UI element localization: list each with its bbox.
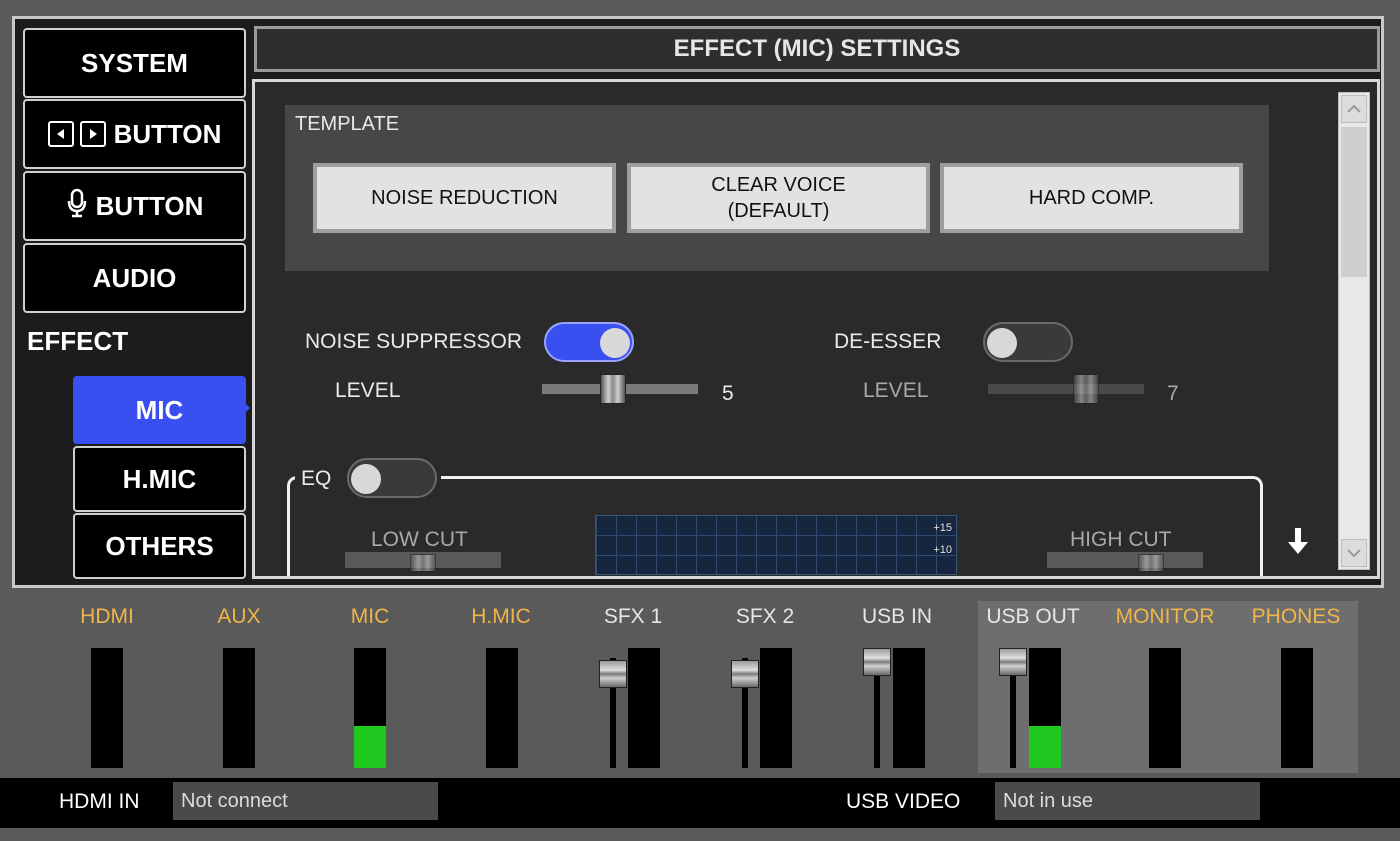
sidebar-item-label: MIC [135, 394, 184, 425]
scroll-down-arrow-icon[interactable] [1286, 526, 1310, 561]
mixer-channel-label: HDMI [80, 605, 134, 628]
mixer-channel-label: USB IN [861, 605, 932, 628]
hdmi-in-status: Not connect [173, 782, 438, 820]
toggle-knob [600, 328, 630, 358]
level-meter [1029, 648, 1061, 768]
noise-suppressor-level-value: 5 [722, 382, 734, 405]
sidebar-item-label: AUDIO [92, 262, 177, 293]
level-meter [1281, 648, 1313, 768]
level-meter [354, 648, 386, 768]
chevron-up-icon [1347, 104, 1361, 113]
level-meter-fill [1029, 726, 1061, 768]
mixer-channel-label: SFX 2 [735, 605, 795, 628]
de-esser-level-value: 7 [1167, 382, 1179, 405]
noise-suppressor-level-slider[interactable] [600, 374, 626, 404]
sidebar-subitem-others[interactable]: OTHERS [73, 513, 246, 579]
active-indicator-arrow [241, 399, 250, 417]
noise-suppressor-label: NOISE SUPPRESSOR [305, 330, 523, 353]
sidebar-subitem-mic[interactable]: MIC [73, 376, 246, 444]
right-arrow-icon [79, 121, 106, 147]
volume-fader[interactable] [863, 648, 891, 676]
de-esser-level-track[interactable] [988, 384, 1144, 394]
high-cut-thumb[interactable] [1138, 554, 1164, 572]
eq-toggle[interactable] [347, 458, 437, 498]
hdmi-in-label: HDMI IN [59, 790, 140, 813]
noise-suppressor-level-label: LEVEL [335, 379, 401, 402]
mixer-channel-label: USB OUT [986, 605, 1080, 628]
level-meter [486, 648, 518, 768]
template-clear-voice-button[interactable]: CLEAR VOICE (DEFAULT) [627, 163, 930, 233]
sidebar-item-label: BUTTON [95, 190, 204, 221]
sidebar-item-label: SYSTEM [81, 47, 188, 78]
de-esser-level-slider[interactable] [1073, 374, 1099, 404]
scrollbar[interactable] [1338, 92, 1370, 570]
level-meter [893, 648, 925, 768]
volume-fader[interactable] [999, 648, 1027, 676]
de-esser-label: DE-ESSER [834, 330, 942, 353]
de-esser-level-label: LEVEL [863, 379, 929, 402]
template-label: TEMPLATE [295, 113, 400, 135]
mixer-channel-label: AUX [217, 605, 261, 628]
eq-label: EQ [301, 467, 332, 490]
sidebar-item-mic-button[interactable]: BUTTON [23, 171, 246, 241]
eq-graph-tick: +15 [933, 522, 952, 534]
usb-video-label: USB VIDEO [846, 790, 961, 813]
level-meter [91, 648, 123, 768]
level-meter [628, 648, 660, 768]
level-meter-fill [354, 726, 386, 768]
template-hard-comp-button[interactable]: HARD COMP. [940, 163, 1243, 233]
status-bar: HDMI IN Not connect USB VIDEO Not in use [0, 778, 1400, 828]
high-cut-slider[interactable] [1047, 552, 1203, 568]
scroll-down-button[interactable] [1341, 539, 1367, 567]
sidebar-item-audio[interactable]: AUDIO [23, 243, 246, 313]
mixer-channel-label: H.MIC [471, 605, 531, 628]
microphone-icon [66, 188, 88, 225]
noise-suppressor-toggle[interactable] [544, 322, 634, 362]
content-panel: TEMPLATE NOISE REDUCTION CLEAR VOICE (DE… [252, 79, 1380, 579]
volume-fader[interactable] [731, 660, 759, 688]
sidebar-item-label: H.MIC [122, 463, 197, 494]
sidebar-item-label: OTHERS [105, 530, 214, 561]
level-meter [1149, 648, 1181, 768]
sidebar-item-system[interactable]: SYSTEM [23, 28, 246, 98]
high-cut-label: HIGH CUT [1070, 528, 1172, 551]
level-meter [223, 648, 255, 768]
de-esser-toggle[interactable] [983, 322, 1073, 362]
eq-graph[interactable]: +15 +10 [595, 515, 957, 575]
scroll-thumb[interactable] [1341, 127, 1367, 277]
mixer-channel-label: SFX 1 [603, 605, 663, 628]
eq-graph-tick: +10 [933, 544, 952, 556]
sidebar-section-effect: EFFECT [27, 326, 129, 356]
template-box: TEMPLATE NOISE REDUCTION CLEAR VOICE (DE… [285, 105, 1269, 271]
page-title: EFFECT (MIC) SETTINGS [254, 26, 1380, 72]
mixer-channel-label: PHONES [1251, 605, 1341, 628]
template-noise-reduction-button[interactable]: NOISE REDUCTION [313, 163, 616, 233]
usb-video-status: Not in use [995, 782, 1260, 820]
mixer-channel-label: MONITOR [1115, 605, 1215, 628]
chevron-down-icon [1347, 549, 1361, 558]
low-cut-label: LOW CUT [371, 528, 468, 551]
sidebar-item-arrow-button[interactable]: BUTTON [23, 99, 246, 169]
mixer-channel-label: MIC [350, 605, 390, 628]
scroll-up-button[interactable] [1341, 95, 1367, 123]
toggle-knob [351, 464, 381, 494]
sidebar-item-label: BUTTON [113, 118, 222, 149]
level-meter [760, 648, 792, 768]
volume-fader[interactable] [599, 660, 627, 688]
sidebar-subitem-hmic[interactable]: H.MIC [73, 446, 246, 512]
low-cut-thumb[interactable] [410, 554, 436, 572]
left-arrow-icon [47, 121, 74, 147]
toggle-knob [987, 328, 1017, 358]
